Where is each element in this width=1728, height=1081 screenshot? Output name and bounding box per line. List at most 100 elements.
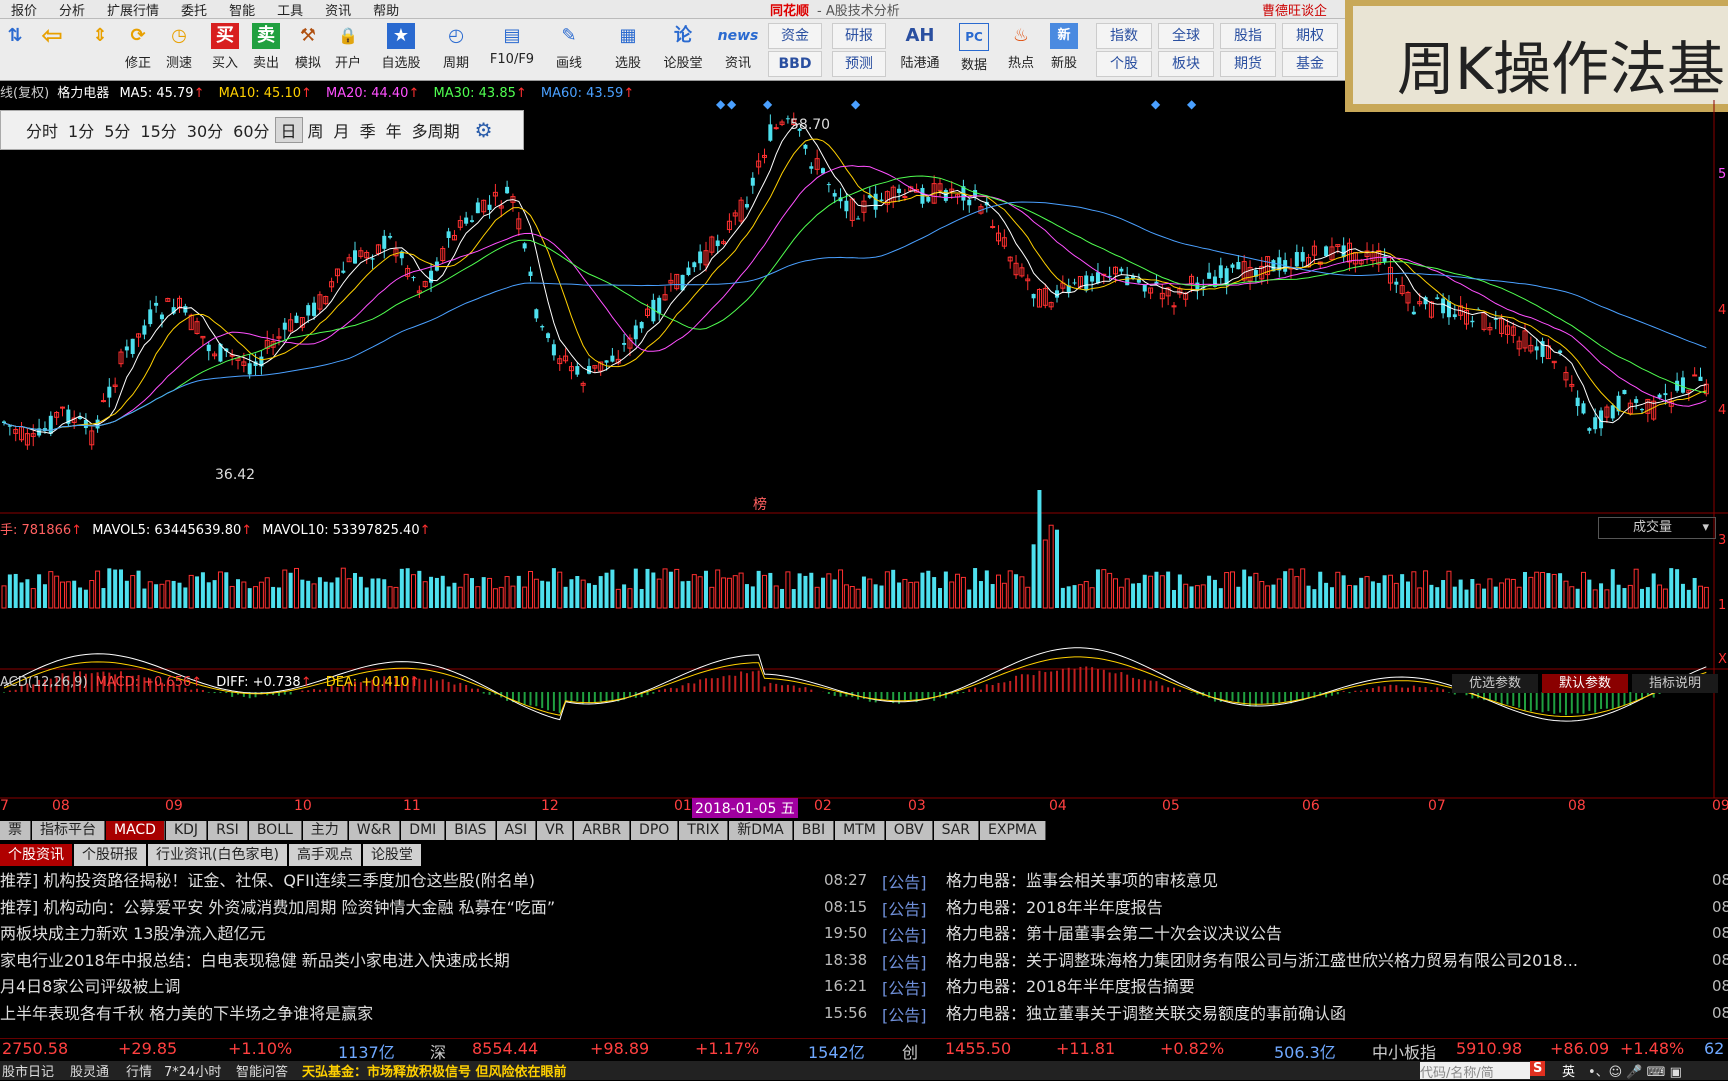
indicator-tab-15[interactable]: 新DMA [729,821,793,840]
tb-report-button[interactable]: 研报 [832,23,886,49]
ime-mode[interactable]: 英 [1562,1061,1575,1080]
news-right-item[interactable]: 格力电器：关于调整珠海格力集团财务有限公司与浙江盛世欣兴格力贸易有限公司2018… [946,948,1578,974]
tab-stock-research[interactable]: 个股研报 [74,844,146,866]
tb-futures-index-button[interactable]: 股指 [1220,23,1276,49]
ime-tools-icon[interactable]: •、☺ 🎤 ⌨ ▣ [1588,1061,1682,1080]
tb-news-button[interactable]: news 资讯 [714,23,762,79]
tb-stock-picker-button[interactable]: ▦ 选股 [604,23,652,79]
tb-simulate-button[interactable]: ⚒ 模拟 [286,23,330,79]
period-multi[interactable]: 多周期 [407,118,465,142]
period-15min[interactable]: 15分 [135,118,181,142]
sh-index-value[interactable]: 2750.58 [2,1039,68,1058]
news-right-item[interactable]: 格力电器：独立董事关于调整关联交易额度的事前确认函 [946,1001,1346,1027]
news-left-item[interactable]: 推荐] 机构投资路径揭秘！证金、社保、QFII连续三季度加仓这些股(附名单) [0,868,535,894]
menu-item-tools[interactable]: 工具 [266,0,314,19]
period-quarter[interactable]: 季 [355,118,381,142]
indicator-tab-5[interactable]: BOLL [248,821,302,840]
tb-index-button[interactable]: 指数 [1096,23,1152,49]
news-left-item[interactable]: 家电行业2018年中报总结：白电表现稳健 新品类小家电进入快速成长期 [0,948,510,974]
tb-hot-button[interactable]: ♨ 热点 [999,23,1043,79]
news-right-item[interactable]: 格力电器：监事会相关事项的审核意见 [946,868,1218,894]
indicator-dropdown[interactable]: 成交量 ▾ [1598,517,1716,539]
status-24h[interactable]: 7*24小时 [164,1061,221,1080]
default-params-button[interactable]: 默认参数 [1542,674,1628,693]
tb-back-button[interactable]: ⇦ [30,23,74,79]
tb-speed-button[interactable]: ◷ 测速 [157,23,201,79]
menu-item-extended[interactable]: 扩展行情 [96,0,170,19]
tb-options-button[interactable]: 期权 [1282,23,1338,49]
news-right-item[interactable]: 格力电器：2018年半年度报告 [946,895,1163,921]
indicator-tab-7[interactable]: W&R [348,821,401,840]
indicator-tab-14[interactable]: TRIX [679,821,729,840]
indicator-help-button[interactable]: 指标说明 [1632,674,1718,693]
tb-data-button[interactable]: PC 数据 [952,23,996,79]
period-week[interactable]: 周 [303,118,329,142]
tb-ah-button[interactable]: AH 陆港通 [894,23,946,79]
period-month[interactable]: 月 [329,118,355,142]
tb-scroll-button[interactable]: ⇅ [0,23,30,79]
status-diary[interactable]: 股市日记 [2,1061,54,1080]
period-timeshare[interactable]: 分时 [21,118,63,142]
indicator-tab-3[interactable]: KDJ [165,821,208,840]
period-day[interactable]: 日 [274,117,303,143]
news-left-item[interactable]: 推荐] 机构动向：公募爱平安 外资减消费加周期 险资钟情大金融 私募在“吃面” [0,895,555,921]
zx-index-value[interactable]: 5910.98 [1456,1039,1522,1058]
news-left-item[interactable]: 两板块成主力新欢 13股净流入超亿元 [0,921,265,947]
tb-ipo-button[interactable]: 新新股 [1042,23,1086,79]
menu-item-help[interactable]: 帮助 [362,0,410,19]
period-30min[interactable]: 30分 [182,118,228,142]
indicator-tab-13[interactable]: DPO [631,821,679,840]
indicator-tab-17[interactable]: MTM [835,821,885,840]
indicator-tab-4[interactable]: RSI [208,821,248,840]
sz-index-value[interactable]: 8554.44 [472,1039,538,1058]
indicator-tab-0[interactable]: 票 [0,821,31,840]
tb-watchlist-button[interactable]: ★ 自选股 [377,23,425,79]
indicator-tab-6[interactable]: 主力 [302,821,348,840]
cy-index-value[interactable]: 1455.50 [945,1039,1011,1058]
news-right-item[interactable]: 格力电器：第十届董事会第二十次会议决议公告 [946,921,1282,947]
tb-fund-list-button[interactable]: 基金 [1282,51,1338,77]
tb-fund-button[interactable]: 资金 [768,23,822,49]
indicator-tab-20[interactable]: EXPMA [980,821,1046,840]
tb-stock-button[interactable]: 个股 [1096,51,1152,77]
tb-bbd-button[interactable]: BBD [768,51,822,77]
kline-chart[interactable]: ◆ ◆ ◆ ◆ ◆ ◆ [0,100,1728,820]
period-5min[interactable]: 5分 [99,118,135,142]
menu-item-analysis[interactable]: 分析 [48,0,96,19]
status-smart-qa[interactable]: 智能问答 [236,1061,288,1080]
status-ticker[interactable]: 天弘基金：市场释放积极信号 但风险依在眼前 [302,1061,567,1080]
tb-buy-button[interactable]: 买买入 [203,23,247,79]
tb-draw-line-button[interactable]: ✎ 画线 [545,23,593,79]
tb-sector-button[interactable]: 板块 [1158,51,1214,77]
period-1min[interactable]: 1分 [63,118,99,142]
tb-forum-button[interactable]: 论论股堂 [659,23,707,79]
tab-stock-news[interactable]: 个股资讯 [0,844,72,866]
menu-item-smart[interactable]: 智能 [218,0,266,19]
news-right-item[interactable]: 格力电器：2018年半年度报告摘要 [946,974,1195,1000]
tb-global-button[interactable]: 全球 [1158,23,1214,49]
tab-forum[interactable]: 论股堂 [362,844,421,866]
news-left-item[interactable]: 月4日8家公司评级被上调 [0,974,180,1000]
indicator-tab-18[interactable]: OBV [885,821,933,840]
period-year[interactable]: 年 [381,118,407,142]
indicator-tab-12[interactable]: ARBR [574,821,631,840]
indicator-tab-11[interactable]: VR [537,821,574,840]
tab-industry-news[interactable]: 行业资讯(白色家电) [148,844,287,866]
period-60min[interactable]: 60分 [228,118,274,142]
menu-news-ticker[interactable]: 曹德旺谈企 [1262,0,1327,19]
tb-fix-button[interactable]: ⟳ 修正 [116,23,160,79]
quote-search-input[interactable]: 代码/名称/简 [1420,1062,1530,1081]
tab-expert-views[interactable]: 高手观点 [288,844,361,866]
tb-open-account-button[interactable]: 🔒 开户 [326,23,370,79]
tb-futures-button[interactable]: 期货 [1220,51,1276,77]
indicator-tab-19[interactable]: SAR [933,821,980,840]
indicator-tab-2[interactable]: MACD [106,821,165,840]
optimal-params-button[interactable]: 优选参数 [1452,674,1538,693]
menu-item-order[interactable]: 委托 [170,0,218,19]
menu-item-quote[interactable]: 报价 [0,0,48,19]
tb-f10-button[interactable]: ▤ F10/F9 [485,23,539,79]
indicator-tab-8[interactable]: DMI [401,821,446,840]
indicator-tab-10[interactable]: ASI [496,821,537,840]
status-quotes[interactable]: 行情 [126,1061,152,1080]
status-stock-spirit[interactable]: 股灵通 [70,1061,109,1080]
